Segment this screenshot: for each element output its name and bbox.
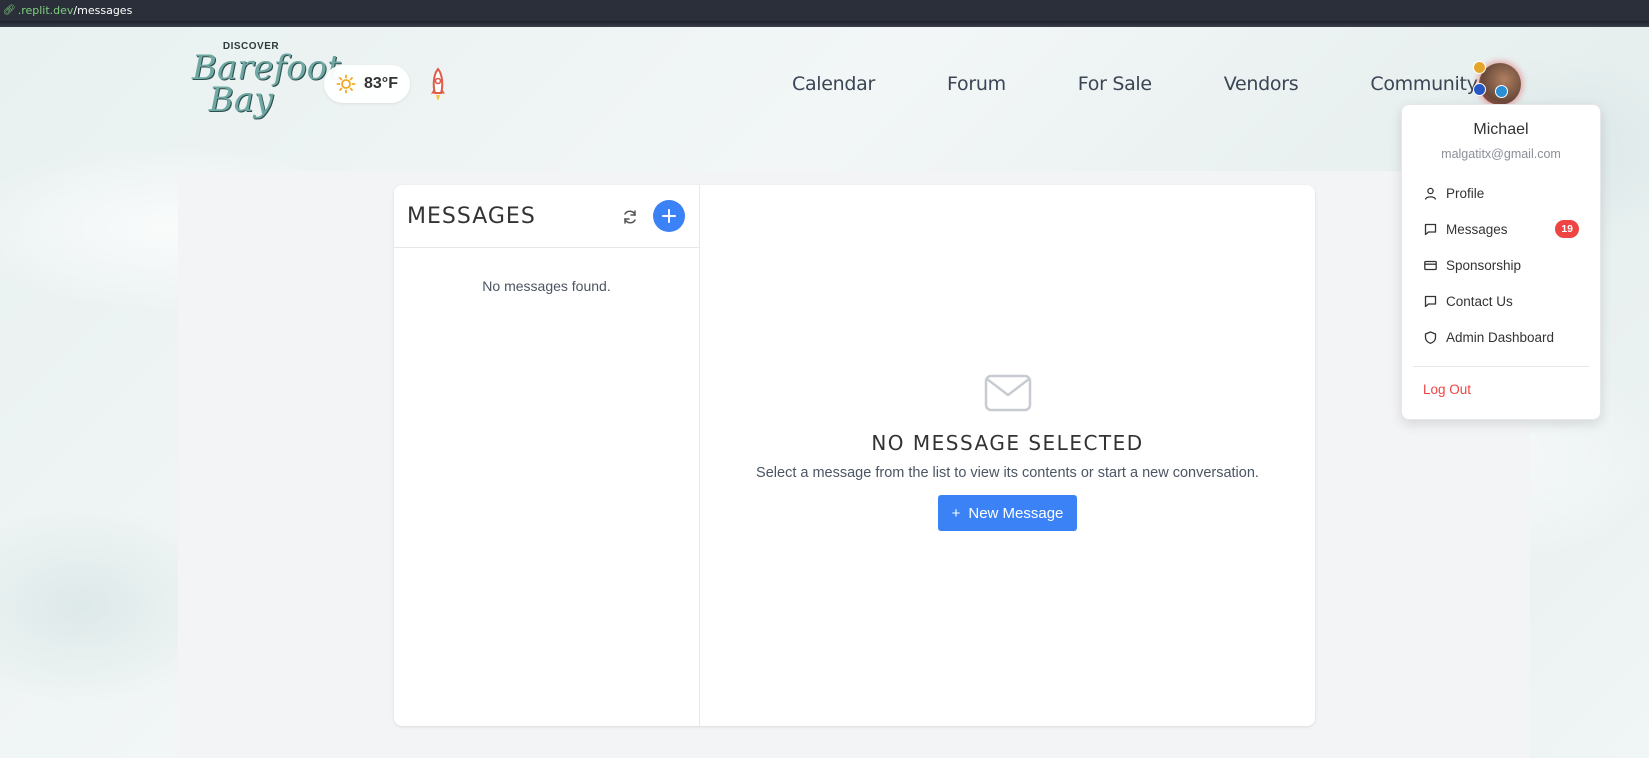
no-message-selected-heading: NO MESSAGE SELECTED xyxy=(871,431,1144,455)
menu-item-label: Admin Dashboard xyxy=(1446,329,1555,345)
nav-calendar[interactable]: Calendar xyxy=(792,73,875,95)
menu-item-label: Messages xyxy=(1446,221,1508,237)
sun-icon xyxy=(336,74,356,94)
achievement-badge-icon xyxy=(1473,61,1486,74)
nav-vendors[interactable]: Vendors xyxy=(1224,73,1299,95)
url-host: .replit.dev xyxy=(17,4,74,17)
menu-item-sponsorship[interactable]: Sponsorship xyxy=(1402,247,1600,283)
menu-item-label: Sponsorship xyxy=(1446,257,1522,273)
link-icon: 🔗︎ xyxy=(3,5,16,16)
weather-temperature: 83°F xyxy=(364,75,398,92)
refresh-icon xyxy=(624,210,636,224)
messages-title: MESSAGES xyxy=(407,203,536,229)
browser-url-bar[interactable]: 🔗︎ .replit.dev /messages xyxy=(0,0,1649,21)
empty-state: NO MESSAGE SELECTED Select a message fro… xyxy=(700,373,1315,531)
main-nav: Calendar Forum For Sale Vendors Communit… xyxy=(780,69,1478,99)
compose-button[interactable] xyxy=(653,200,685,232)
messages-list-header: MESSAGES xyxy=(394,185,699,248)
plus-icon xyxy=(662,209,676,223)
url-bar-divider xyxy=(0,21,1649,27)
user-menu-dropdown: Michael malgatitx@gmail.com Profile Mess… xyxy=(1401,104,1601,420)
user-name: Michael xyxy=(1473,121,1529,138)
shield-icon xyxy=(1424,330,1437,344)
nav-forum[interactable]: Forum xyxy=(947,73,1006,95)
menu-item-label: Contact Us xyxy=(1446,293,1513,309)
logo-script-line2: Bay xyxy=(208,80,274,120)
credit-card-icon xyxy=(1424,260,1437,270)
messages-card: MESSAGES No messages found. NO MESSAGE S… xyxy=(394,185,1315,726)
empty-messages-text: No messages found. xyxy=(482,278,611,294)
refresh-button[interactable] xyxy=(620,207,640,227)
achievement-badge-icon xyxy=(1473,83,1486,96)
menu-item-admin-dashboard[interactable]: Admin Dashboard xyxy=(1402,319,1600,355)
new-message-button[interactable]: + New Message xyxy=(937,495,1078,531)
menu-item-profile[interactable]: Profile xyxy=(1402,175,1600,211)
messages-list-pane: MESSAGES No messages found. xyxy=(394,185,700,726)
nav-for-sale[interactable]: For Sale xyxy=(1078,73,1152,95)
weather-widget[interactable]: 83°F xyxy=(324,65,410,103)
menu-item-messages[interactable]: Messages 19 xyxy=(1402,211,1600,247)
user-menu-list: Profile Messages 19 Sponsorship Contact … xyxy=(1402,175,1600,355)
logout-button[interactable]: Log Out xyxy=(1402,367,1600,412)
message-detail-pane: NO MESSAGE SELECTED Select a message fro… xyxy=(700,185,1315,726)
message-icon xyxy=(1424,223,1437,235)
no-message-selected-description: Select a message from the list to view i… xyxy=(756,465,1259,481)
achievement-badge-icon xyxy=(1495,85,1508,98)
user-icon xyxy=(1424,187,1437,200)
plus-icon: + xyxy=(951,504,961,522)
message-icon xyxy=(1424,295,1437,307)
new-message-label: New Message xyxy=(968,504,1064,522)
envelope-icon xyxy=(984,374,1031,412)
user-email: malgatitx@gmail.com xyxy=(1441,147,1561,161)
menu-item-contact-us[interactable]: Contact Us xyxy=(1402,283,1600,319)
site-logo[interactable]: DISCOVER Barefoot Bay xyxy=(192,41,341,121)
unread-count-badge: 19 xyxy=(1555,220,1579,238)
nav-community[interactable]: Community xyxy=(1370,73,1478,95)
user-avatar[interactable] xyxy=(1473,61,1521,105)
url-path: /messages xyxy=(73,4,133,17)
rocket-icon[interactable] xyxy=(426,67,450,107)
menu-item-label: Profile xyxy=(1446,185,1485,201)
